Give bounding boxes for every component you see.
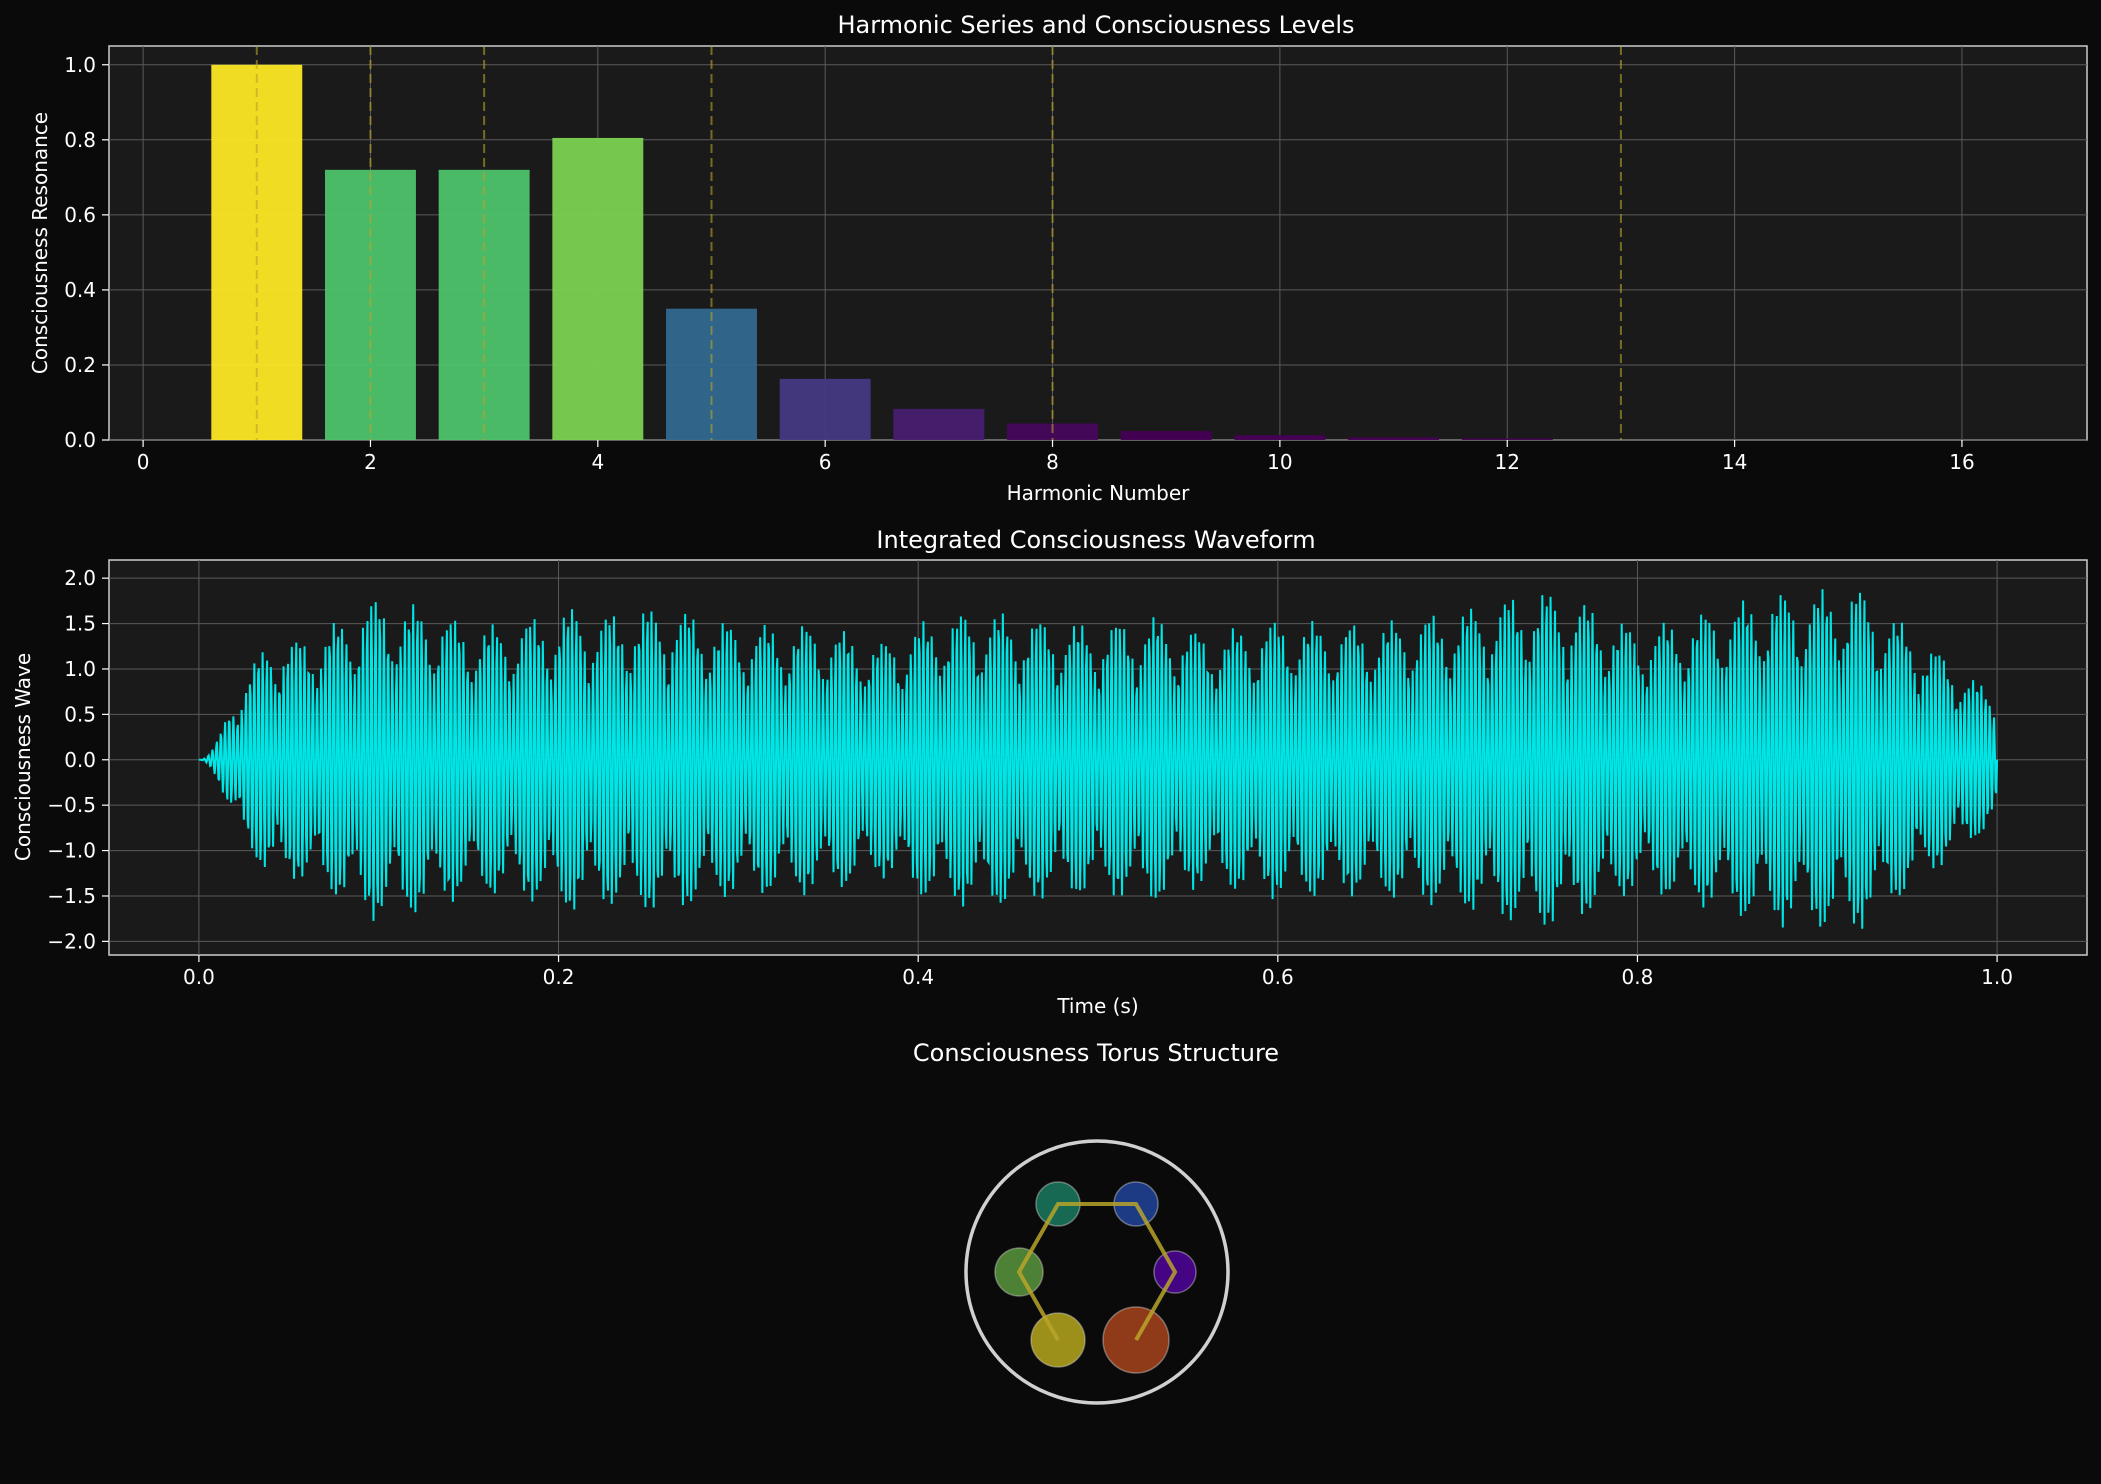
- harmonic-y-tick-label: 0.6: [64, 203, 96, 227]
- harmonic-x-tick-label: 0: [137, 450, 150, 474]
- waveform-x-ticks: 0.0 0.2 0.4 0.6 0.8 1.0: [183, 955, 2013, 989]
- harmonic-y-tick-label: 0.8: [64, 128, 96, 152]
- torus-nodes: [994, 1181, 1197, 1374]
- harmonic-panel: Harmonic Series and Consciousness Levels…: [28, 11, 2088, 505]
- waveform-x-tick-label: 0.6: [1262, 965, 1294, 989]
- waveform-y-tick-label: −2.0: [47, 929, 96, 953]
- harmonic-x-tick-label: 4: [591, 450, 604, 474]
- waveform-y-tick-label: 1.0: [64, 657, 96, 681]
- waveform-panel: Integrated Consciousness Waveform 0.0 0.2…: [11, 526, 2088, 1018]
- harmonic-x-tick-label: 8: [1046, 450, 1059, 474]
- harmonic-y-tick-label: 0.4: [64, 278, 96, 302]
- waveform-y-tick-label: −0.5: [47, 793, 96, 817]
- harmonic-x-tick-label: 16: [1949, 450, 1974, 474]
- waveform-x-axis-label: Time (s): [1056, 994, 1138, 1018]
- harmonic-x-tick-label: 6: [819, 450, 832, 474]
- waveform-x-tick-label: 0.0: [183, 965, 215, 989]
- waveform-x-tick-label: 1.0: [1981, 965, 2013, 989]
- waveform-x-tick-label: 0.8: [1622, 965, 1654, 989]
- harmonic-chart-title: Harmonic Series and Consciousness Levels: [837, 11, 1354, 39]
- waveform-y-tick-label: −1.5: [47, 884, 96, 908]
- figure-canvas: Harmonic Series and Consciousness Levels…: [11, 11, 2088, 1405]
- harmonic-x-ticks: 0 2 4 6 8 10 12 14 16: [137, 440, 1975, 474]
- harmonic-bar: [1461, 438, 1553, 440]
- harmonic-x-axis-label: Harmonic Number: [1007, 481, 1191, 505]
- torus-chart-title: Consciousness Torus Structure: [913, 1039, 1279, 1067]
- harmonic-y-axis-label: Consciousness Resonance: [28, 112, 52, 374]
- waveform-y-tick-label: −1.0: [47, 839, 96, 863]
- waveform-y-tick-label: 0.0: [64, 748, 96, 772]
- harmonic-y-tick-label: 1.0: [64, 53, 96, 77]
- harmonic-x-tick-label: 10: [1267, 450, 1292, 474]
- waveform-y-tick-label: 1.5: [64, 612, 96, 636]
- harmonic-y-ticks: 0.0 0.2 0.4 0.6 0.8 1.0: [64, 53, 109, 452]
- waveform-y-axis-label: Consciousness Wave: [11, 653, 35, 861]
- harmonic-bar: [1234, 435, 1326, 440]
- harmonic-y-tick-label: 0.2: [64, 353, 96, 377]
- torus-panel: Consciousness Torus Structure: [913, 1039, 1279, 1405]
- waveform-y-tick-label: 2.0: [64, 566, 96, 590]
- waveform-x-tick-label: 0.2: [543, 965, 575, 989]
- waveform-chart-title: Integrated Consciousness Waveform: [876, 526, 1315, 554]
- harmonic-bar: [1348, 437, 1440, 440]
- harmonic-bar: [552, 137, 644, 440]
- waveform-x-tick-label: 0.4: [902, 965, 934, 989]
- harmonic-bar: [1120, 430, 1212, 440]
- harmonic-y-tick-label: 0.0: [64, 428, 96, 452]
- waveform-y-tick-label: 0.5: [64, 702, 96, 726]
- harmonic-x-tick-label: 12: [1495, 450, 1520, 474]
- harmonic-bar: [893, 408, 985, 440]
- waveform-y-ticks: 2.0 1.5 1.0 0.5 0.0 −0.5 −1.0 −1.5 −2.0: [47, 566, 109, 953]
- harmonic-x-tick-label: 2: [364, 450, 377, 474]
- harmonic-bar: [779, 378, 871, 440]
- harmonic-x-tick-label: 14: [1722, 450, 1747, 474]
